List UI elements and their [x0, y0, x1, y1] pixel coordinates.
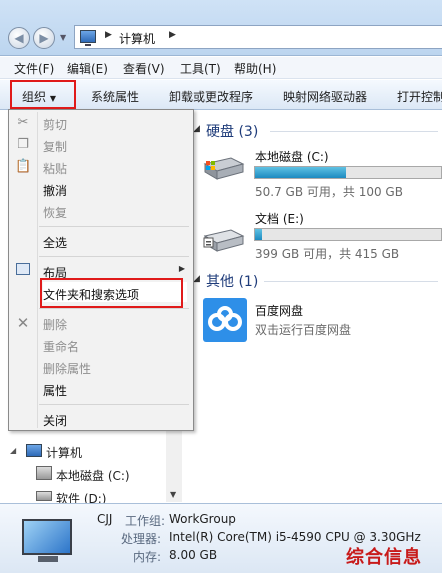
- menu-gutter: [37, 112, 38, 428]
- breadcrumb-arrow-icon[interactable]: ▶: [105, 30, 112, 40]
- uninstall-program-button[interactable]: 卸载或更改程序: [169, 88, 253, 105]
- title-bar: ◀ ▶ ▼ ▶ 计算机 ▶: [0, 0, 442, 56]
- menu-item-close[interactable]: 关闭: [43, 412, 67, 429]
- scissors-icon: ✂: [17, 115, 29, 130]
- drive-c-usage-bar: [254, 166, 442, 179]
- organize-menu: ✂ 剪切 ❐ 复制 📋 粘贴 撤消 恢复 全选 布局 ▶ 文件夹和搜索选项 ✕ …: [8, 109, 194, 431]
- back-button[interactable]: ◀: [8, 27, 30, 49]
- menu-tools[interactable]: 工具(T): [180, 60, 221, 77]
- menu-item-cut[interactable]: 剪切: [43, 116, 67, 133]
- menu-bar: 文件(F) 编辑(E) 查看(V) 工具(T) 帮助(H): [0, 57, 442, 79]
- watermark-text: 综合信息: [346, 547, 422, 568]
- delete-x-icon: ✕: [16, 314, 30, 332]
- computer-name: CJJ: [97, 512, 113, 526]
- menu-item-select-all[interactable]: 全选: [43, 234, 67, 251]
- menu-separator: [39, 308, 189, 309]
- baidu-netdisk-name[interactable]: 百度网盘: [255, 302, 303, 319]
- drive-c-name[interactable]: 本地磁盘 (C:): [255, 148, 329, 165]
- address-bar[interactable]: ▶ 计算机 ▶: [74, 25, 442, 49]
- forward-button[interactable]: ▶: [33, 27, 55, 49]
- highlight-box: [10, 80, 76, 109]
- group-header-other[interactable]: 其他 (1): [206, 271, 258, 291]
- computer-icon: [80, 30, 96, 46]
- workgroup-value: WorkGroup: [169, 512, 236, 526]
- cpu-value: Intel(R) Core(TM) i5-4590 CPU @ 3.30GHz: [169, 530, 421, 544]
- baidu-netdisk-description: 双击运行百度网盘: [255, 323, 352, 337]
- menu-separator: [39, 226, 189, 227]
- expand-arrow-icon[interactable]: ◢: [10, 446, 16, 455]
- drive-e-name[interactable]: 文档 (E:): [255, 210, 304, 227]
- menu-file[interactable]: 文件(F): [14, 60, 54, 77]
- collapse-arrow-icon[interactable]: ◢: [193, 274, 200, 284]
- paste-icon: 📋: [15, 159, 32, 174]
- submenu-arrow-icon: ▶: [178, 264, 185, 273]
- baidu-netdisk-icon: [203, 298, 247, 342]
- highlight-box: [40, 278, 183, 308]
- menu-edit[interactable]: 编辑(E): [67, 60, 108, 77]
- drive-e-size: 399 GB 可用，共 415 GB: [255, 247, 400, 261]
- menu-item-delete[interactable]: 删除: [43, 316, 67, 333]
- menu-item-rename[interactable]: 重命名: [43, 338, 79, 355]
- layout-icon: [16, 263, 30, 275]
- menu-separator: [39, 256, 189, 257]
- menu-help[interactable]: 帮助(H): [234, 60, 276, 77]
- breadcrumb-computer[interactable]: 计算机: [119, 30, 155, 47]
- menu-item-copy[interactable]: 复制: [43, 138, 67, 155]
- memory-label: 内存:: [133, 550, 162, 564]
- nav-local-disk-c[interactable]: 本地磁盘 (C:): [56, 467, 130, 484]
- menu-item-redo[interactable]: 恢复: [43, 204, 67, 221]
- windows-drive-icon: [203, 157, 245, 180]
- menu-item-paste[interactable]: 粘贴: [43, 160, 67, 177]
- workgroup-label: 工作组:: [125, 514, 166, 528]
- usage-fill: [255, 167, 347, 178]
- memory-value: 8.00 GB: [169, 548, 218, 562]
- map-network-drive-button[interactable]: 映射网络驱动器: [283, 88, 367, 105]
- collapse-arrow-icon[interactable]: ◢: [193, 124, 200, 134]
- divider: [264, 281, 438, 282]
- nav-computer[interactable]: 计算机: [46, 444, 82, 461]
- drive-icon: [36, 491, 52, 501]
- scroll-down-icon[interactable]: ▼: [170, 490, 176, 499]
- drive-c-size: 50.7 GB 可用，共 100 GB: [255, 185, 403, 199]
- recent-pages-dropdown-icon[interactable]: ▼: [60, 33, 66, 42]
- menu-item-undo[interactable]: 撤消: [43, 182, 67, 199]
- breadcrumb-arrow-icon[interactable]: ▶: [169, 30, 176, 40]
- computer-monitor-icon: [22, 519, 72, 555]
- computer-icon: [26, 444, 42, 457]
- system-properties-button[interactable]: 系统属性: [91, 88, 139, 105]
- usage-fill: [255, 229, 263, 240]
- menu-item-remove-properties[interactable]: 删除属性: [43, 360, 91, 377]
- open-control-panel-button[interactable]: 打开控制: [397, 88, 442, 105]
- monitor-stand: [38, 556, 58, 562]
- menu-item-properties[interactable]: 属性: [43, 382, 67, 399]
- drive-e-usage-bar: [254, 228, 442, 241]
- divider: [270, 131, 438, 132]
- copy-icon: ❐: [17, 137, 29, 152]
- menu-separator: [39, 404, 189, 405]
- cpu-label: 处理器:: [121, 532, 162, 546]
- drive-icon: [203, 229, 245, 252]
- drive-icon: [36, 466, 52, 480]
- group-header-hdd[interactable]: 硬盘 (3): [206, 121, 258, 141]
- menu-view[interactable]: 查看(V): [123, 60, 165, 77]
